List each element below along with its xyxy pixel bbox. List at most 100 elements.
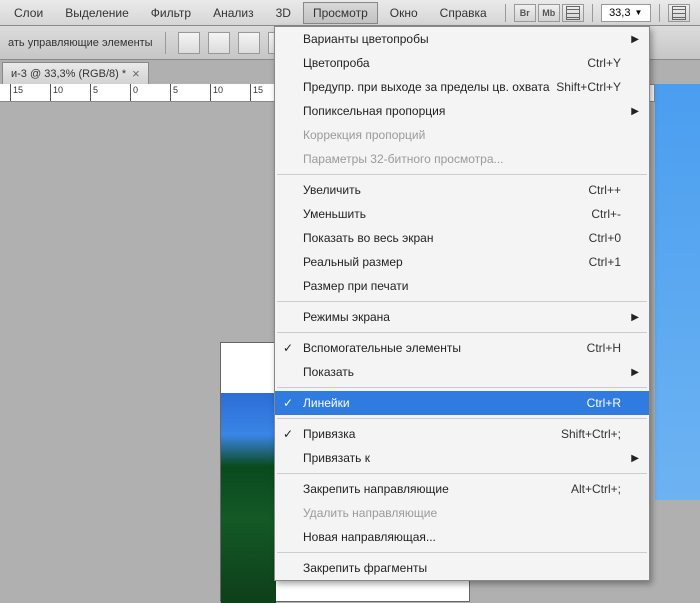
minibridge-button[interactable]: Mb	[538, 4, 560, 22]
tool-option-label: ать управляющие элементы	[8, 37, 153, 49]
menu-shortcut: Ctrl+1	[589, 255, 621, 269]
submenu-arrow-icon: ▶	[631, 453, 639, 464]
check-icon: ✓	[283, 427, 293, 441]
menu-separator	[277, 174, 647, 175]
menu-item[interactable]: Попиксельная пропорция ▶	[275, 99, 649, 123]
menu-item-label: Предупр. при выходе за пределы цв. охват…	[303, 80, 550, 94]
menu-item[interactable]: Показать во весь экранCtrl+0	[275, 226, 649, 250]
menu-help[interactable]: Справка	[430, 2, 497, 24]
separator	[165, 32, 166, 54]
ruler-tick: 15	[253, 85, 263, 95]
menu-shortcut: Shift+Ctrl+;	[561, 427, 621, 441]
menu-select[interactable]: Выделение	[55, 2, 139, 24]
menu-item-label: Цветопроба	[303, 56, 370, 70]
menu-item[interactable]: Уменьшить Ctrl+-	[275, 202, 649, 226]
check-icon: ✓	[283, 396, 293, 410]
menu-item: Параметры 32-битного просмотра...	[275, 147, 649, 171]
submenu-arrow-icon: ▶	[631, 106, 639, 117]
menu-item-label: Параметры 32-битного просмотра...	[303, 152, 504, 166]
document-tab[interactable]: и-3 @ 33,3% (RGB/8) * ×	[2, 62, 149, 84]
image-content-right	[655, 84, 700, 500]
menu-separator	[277, 301, 647, 302]
menu-shortcut: Alt+Ctrl+;	[571, 482, 621, 496]
menu-shortcut: Ctrl+H	[587, 341, 621, 355]
menu-item-label: Варианты цветопробы	[303, 32, 429, 46]
align-left-icon[interactable]	[178, 32, 200, 54]
menu-item[interactable]: ✓ Привязка Shift+Ctrl+;	[275, 422, 649, 446]
separator	[659, 4, 660, 22]
menu-item: Удалить направляющие	[275, 501, 649, 525]
arrange-button[interactable]	[668, 4, 690, 22]
menu-item-label: Закрепить фрагменты	[303, 561, 427, 575]
screenmode-button[interactable]	[562, 4, 584, 22]
ruler-tick: 10	[53, 85, 63, 95]
menu-item[interactable]: ✓ Линейки Ctrl+R	[275, 391, 649, 415]
menu-shortcut: Ctrl+R	[587, 396, 621, 410]
menu-item[interactable]: ✓Вспомогательные элементыCtrl+H	[275, 336, 649, 360]
menu-filter[interactable]: Фильтр	[141, 2, 201, 24]
menu-shortcut: Ctrl+Y	[587, 56, 621, 70]
menu-item[interactable]: Реальный размер Ctrl+1	[275, 250, 649, 274]
align-right-icon[interactable]	[238, 32, 260, 54]
separator	[592, 4, 593, 22]
menu-separator	[277, 332, 647, 333]
menu-item-label: Попиксельная пропорция	[303, 104, 445, 118]
menu-item-label: Линейки	[303, 396, 350, 410]
menu-separator	[277, 552, 647, 553]
submenu-arrow-icon: ▶	[631, 367, 639, 378]
menu-item[interactable]: Режимы экрана▶	[275, 305, 649, 329]
menu-layers[interactable]: Слои	[4, 2, 53, 24]
menu-shortcut: Ctrl+-	[591, 207, 621, 221]
menu-item-label: Размер при печати	[303, 279, 408, 293]
menu-item-label: Удалить направляющие	[303, 506, 437, 520]
ruler-tick: 5	[93, 85, 98, 95]
menu-item-label: Привязать к	[303, 451, 370, 465]
menu-item[interactable]: Привязать к ▶	[275, 446, 649, 470]
menu-3d[interactable]: 3D	[266, 2, 301, 24]
menu-item-label: Привязка	[303, 427, 355, 441]
menu-window[interactable]: Окно	[380, 2, 428, 24]
view-menu-dropdown: Варианты цветопробы ▶ Цветопроба Ctrl+Y Пред…	[274, 26, 650, 581]
bridge-button[interactable]: Br	[514, 4, 536, 22]
menu-item[interactable]: Показать ▶	[275, 360, 649, 384]
menu-item: Коррекция пропорций	[275, 123, 649, 147]
menu-item[interactable]: Цветопроба Ctrl+Y	[275, 51, 649, 75]
menu-separator	[277, 387, 647, 388]
menu-shortcut: Shift+Ctrl+Y	[556, 80, 621, 94]
menu-separator	[277, 418, 647, 419]
menu-analysis[interactable]: Анализ	[203, 2, 264, 24]
menu-item[interactable]: Закрепить направляющие Alt+Ctrl+;	[275, 477, 649, 501]
ruler-tick: 15	[13, 85, 23, 95]
align-center-icon[interactable]	[208, 32, 230, 54]
separator	[505, 4, 506, 22]
ruler-tick: 5	[173, 85, 178, 95]
menubar: Слои Выделение Фильтр Анализ 3D Просмотр…	[0, 0, 700, 26]
menu-item-label: Режимы экрана	[303, 310, 390, 324]
menu-item-label: Показать во весь экран	[303, 231, 433, 245]
grid-icon	[564, 4, 582, 22]
menu-item[interactable]: Размер при печати	[275, 274, 649, 298]
ruler-tick: 10	[213, 85, 223, 95]
tab-title: и-3 @ 33,3% (RGB/8) *	[11, 68, 126, 80]
menu-item-label: Реальный размер	[303, 255, 403, 269]
image-content	[221, 393, 276, 603]
menu-item-label: Увеличить	[303, 183, 361, 197]
menu-view[interactable]: Просмотр	[303, 2, 378, 24]
submenu-arrow-icon: ▶	[631, 34, 639, 45]
menu-separator	[277, 473, 647, 474]
arrange-icon	[670, 4, 688, 22]
zoom-field[interactable]: 33,3▼	[601, 4, 651, 22]
menu-item[interactable]: Варианты цветопробы ▶	[275, 27, 649, 51]
menu-item-label: Вспомогательные элементы	[303, 341, 461, 355]
menu-item-label: Уменьшить	[303, 207, 366, 221]
menu-item[interactable]: Предупр. при выходе за пределы цв. охват…	[275, 75, 649, 99]
menu-item-label: Закрепить направляющие	[303, 482, 449, 496]
menu-item-label: Показать	[303, 365, 354, 379]
menu-shortcut: Ctrl++	[588, 183, 621, 197]
menu-item[interactable]: Увеличить Ctrl++	[275, 178, 649, 202]
ruler-tick: 0	[133, 85, 138, 95]
menu-item[interactable]: Закрепить фрагменты	[275, 556, 649, 580]
menu-item[interactable]: Новая направляющая...	[275, 525, 649, 549]
menu-item-label: Новая направляющая...	[303, 530, 436, 544]
close-icon[interactable]: ×	[132, 66, 140, 81]
